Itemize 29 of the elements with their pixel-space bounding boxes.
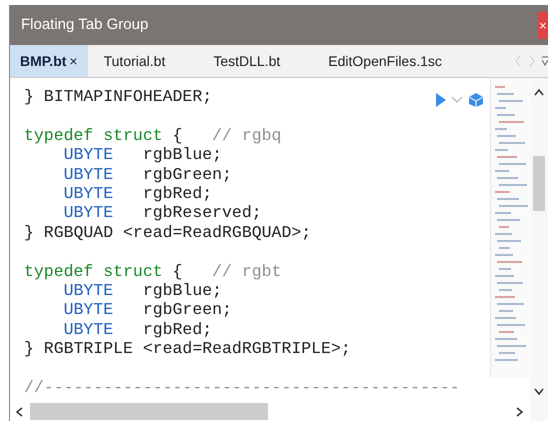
code-line: UBYTE rgbGreen; <box>64 300 232 320</box>
vertical-scrollbar[interactable] <box>530 78 548 421</box>
tab[interactable]: Tutorial.bt <box>88 45 198 77</box>
code-line: UBYTE rgbBlue; <box>64 145 222 164</box>
tab-list-icon[interactable] <box>542 55 548 67</box>
code-line: UBYTE rgbGreen; <box>64 164 232 184</box>
scroll-up-icon[interactable] <box>534 88 544 96</box>
code-line: } RGBQUAD <read=ReadRGBQUAD>; <box>24 222 312 242</box>
code-line: UBYTE rgbRed; <box>64 320 212 339</box>
cube-icon[interactable] <box>468 92 484 108</box>
scrollbar-thumb[interactable] <box>533 156 545 211</box>
chevron-down-icon[interactable] <box>452 97 462 103</box>
code-line: UBYTE rgbReserved; <box>64 203 262 222</box>
window-title: Floating Tab Group <box>21 14 148 35</box>
tab[interactable]: TestDLL.bt <box>197 45 312 77</box>
code-line: typedef struct { // rgbt <box>24 262 282 281</box>
scrollbar-thumb[interactable] <box>30 403 268 420</box>
code-line: UBYTE rgbRed; <box>64 184 212 203</box>
code-line: typedef struct { // rgbq <box>24 126 282 145</box>
scroll-down-icon[interactable] <box>534 388 544 396</box>
tab-close-button[interactable]: × <box>69 50 78 72</box>
code-line: UBYTE rgbBlue; <box>64 280 222 300</box>
tab[interactable]: BMP.bt × <box>10 45 88 77</box>
code-line: //------------------------------------------ <box>24 378 460 397</box>
code-line: } RGBTRIPLE <read=ReadRGBTRIPLE>; <box>24 339 351 358</box>
tab[interactable]: EditOpenFiles.1sc <box>312 45 474 77</box>
close-button[interactable]: × <box>538 12 548 38</box>
play-icon[interactable] <box>436 93 446 107</box>
code-line: } BITMAPINFOHEADER; <box>24 87 212 106</box>
